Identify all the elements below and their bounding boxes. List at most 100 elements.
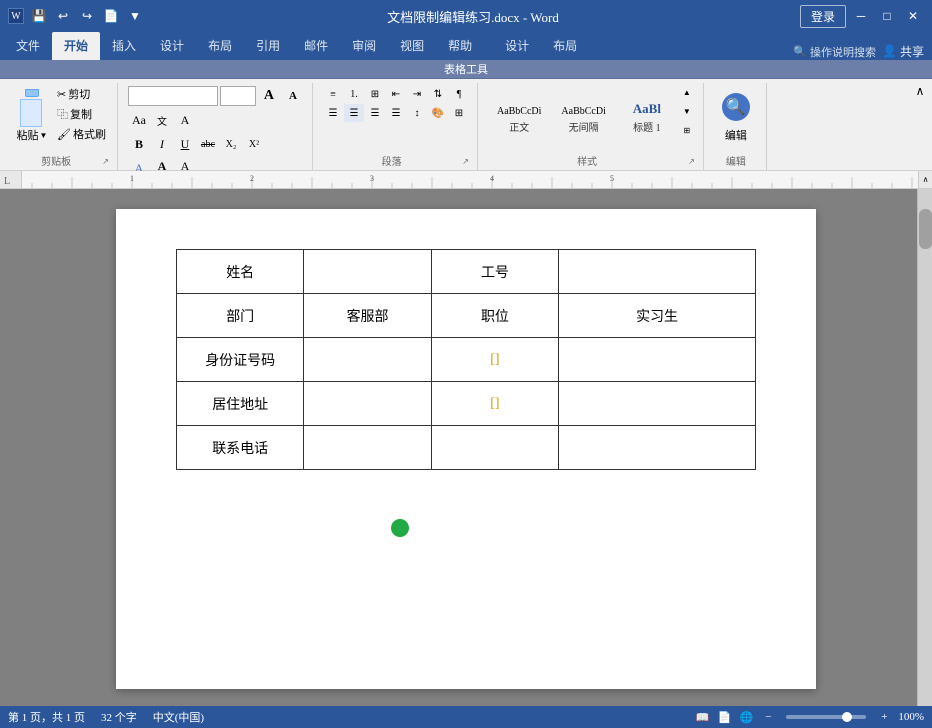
tab-insert[interactable]: 插入 (100, 32, 148, 60)
cut-button[interactable]: ✂剪切 (54, 85, 109, 103)
sort-btn[interactable]: ⇅ (428, 85, 448, 103)
minimize-button[interactable]: ─ (850, 5, 872, 27)
show-marks-btn[interactable]: ¶ (449, 85, 469, 103)
find-replace-btn[interactable]: 🔍 编辑 (714, 85, 758, 145)
tab-references[interactable]: 引用 (244, 32, 292, 60)
tab-help[interactable]: 帮助 (436, 32, 484, 60)
tab-table-layout[interactable]: 布局 (541, 32, 589, 60)
help-search[interactable]: 🔍 操作说明搜索 (793, 44, 876, 60)
subscript-btn[interactable]: X₂ (220, 133, 242, 155)
ruler-collapse-btn[interactable]: ∧ (918, 171, 932, 189)
autosave-quick-btn[interactable]: 📄 (100, 5, 122, 27)
tab-table-design[interactable]: 设计 (493, 32, 541, 60)
tab-design[interactable]: 设计 (148, 32, 196, 60)
font-size-input[interactable] (220, 86, 256, 106)
close-button[interactable]: ✕ (902, 5, 924, 27)
cell-dept-label[interactable]: 部门 (177, 294, 304, 338)
scrollbar-thumb[interactable] (919, 209, 932, 249)
cell-empno-label[interactable]: 工号 (431, 250, 558, 294)
login-button[interactable]: 登录 (800, 5, 846, 28)
cell-emergency-value[interactable] (559, 426, 756, 470)
paste-button[interactable]: 粘贴 ▼ (12, 85, 52, 145)
cell-address-value[interactable] (304, 382, 431, 426)
italic-btn[interactable]: I (151, 133, 173, 155)
format-painter-button[interactable]: 🖌格式刷 (54, 125, 109, 143)
bullets-btn[interactable]: ≡ (323, 85, 343, 103)
collapse-ribbon-btn[interactable]: ∧ (912, 83, 928, 99)
tab-view[interactable]: 视图 (388, 32, 436, 60)
zoom-out-btn[interactable]: − (760, 709, 776, 725)
style-heading1[interactable]: AaBl 标题 1 (617, 85, 677, 137)
cell-name-value[interactable] (304, 250, 431, 294)
help-search-label[interactable]: 操作说明搜索 (810, 44, 876, 60)
superscript-btn[interactable]: X² (243, 133, 265, 155)
vertical-scrollbar[interactable] (917, 189, 932, 706)
save-quick-btn[interactable]: 💾 (28, 5, 50, 27)
cell-position-label[interactable]: 职位 (431, 294, 558, 338)
cell-address-label[interactable]: 居住地址 (177, 382, 304, 426)
cell-idcard-value[interactable] (304, 338, 431, 382)
quickaccess-dropdown-btn[interactable]: ▼ (124, 5, 146, 27)
style-nospace[interactable]: AaBbCcDi 无间隔 (552, 85, 614, 137)
phonetic-btn[interactable]: 文 (151, 109, 173, 131)
copy-button[interactable]: ⿻复制 (54, 105, 109, 123)
tab-file[interactable]: 文件 (4, 32, 52, 60)
cell-idcard-field[interactable]: [] (431, 338, 558, 382)
style-normal[interactable]: AaBbCcDi 正文 (488, 85, 550, 137)
decrease-indent-btn[interactable]: ⇤ (386, 85, 406, 103)
font-family-input[interactable] (128, 86, 218, 106)
multilevel-btn[interactable]: ⊞ (365, 85, 385, 103)
zoom-slider[interactable] (786, 715, 866, 719)
justify-btn[interactable]: ☰ (386, 104, 406, 122)
read-mode-btn[interactable]: 📖 (694, 709, 710, 725)
ruler-corner[interactable]: L (0, 171, 22, 189)
cell-idcard-right[interactable] (559, 338, 756, 382)
cell-dept-value[interactable]: 客服部 (304, 294, 431, 338)
border-btn[interactable]: ⊞ (449, 104, 469, 122)
document-page[interactable]: 姓名 工号 部门 客服部 职位 实习生 身份证号码 (116, 209, 816, 689)
style-scroll-down[interactable]: ▼ (679, 104, 695, 118)
case-btn[interactable]: Aa (128, 109, 150, 131)
style-normal-name: 正文 (509, 119, 529, 134)
paragraph-expand-icon[interactable]: ↗ (462, 157, 469, 166)
cell-phone-label[interactable]: 联系电话 (177, 426, 304, 470)
share-button[interactable]: 👤 共享 (882, 43, 924, 60)
align-center-btn[interactable]: ☰ (344, 104, 364, 122)
zoom-in-btn[interactable]: + (876, 709, 892, 725)
style-more[interactable]: ⊞ (679, 123, 695, 137)
styles-expand-icon[interactable]: ↗ (688, 157, 695, 166)
shading-btn[interactable]: 🎨 (428, 104, 448, 122)
tab-home[interactable]: 开始 (52, 32, 100, 60)
align-right-btn[interactable]: ☰ (365, 104, 385, 122)
restore-button[interactable]: □ (876, 5, 898, 27)
increase-font-btn[interactable]: A (258, 85, 280, 107)
web-layout-btn[interactable]: 🌐 (738, 709, 754, 725)
cell-address-field[interactable]: [] (431, 382, 558, 426)
cell-emergency-label[interactable] (431, 426, 558, 470)
redo-quick-btn[interactable]: ↪ (76, 5, 98, 27)
bold-btn[interactable]: B (128, 133, 150, 155)
clear-format-btn[interactable]: A (174, 109, 196, 131)
strikethrough-btn[interactable]: abc (197, 133, 219, 155)
increase-indent-btn[interactable]: ⇥ (407, 85, 427, 103)
print-layout-btn[interactable]: 📄 (716, 709, 732, 725)
line-spacing-btn[interactable]: ↕ (407, 104, 427, 122)
cell-address-right[interactable] (559, 382, 756, 426)
tab-mailings[interactable]: 邮件 (292, 32, 340, 60)
tab-review[interactable]: 审阅 (340, 32, 388, 60)
tab-layout[interactable]: 布局 (196, 32, 244, 60)
cell-idcard-label[interactable]: 身份证号码 (177, 338, 304, 382)
clipboard-expand-icon[interactable]: ↗ (102, 157, 109, 166)
underline-btn[interactable]: U (174, 133, 196, 155)
align-left-btn[interactable]: ☰ (323, 104, 343, 122)
cell-position-value[interactable]: 实习生 (559, 294, 756, 338)
numbering-btn[interactable]: 1. (344, 85, 364, 103)
style-scroll-up[interactable]: ▲ (679, 85, 695, 99)
undo-quick-btn[interactable]: ↩ (52, 5, 74, 27)
decrease-font-btn[interactable]: A (282, 85, 304, 107)
cell-phone-value[interactable] (304, 426, 431, 470)
zoom-thumb[interactable] (842, 712, 852, 722)
document-table[interactable]: 姓名 工号 部门 客服部 职位 实习生 身份证号码 (176, 249, 756, 470)
cell-empno-value[interactable] (559, 250, 756, 294)
cell-name-label[interactable]: 姓名 (177, 250, 304, 294)
